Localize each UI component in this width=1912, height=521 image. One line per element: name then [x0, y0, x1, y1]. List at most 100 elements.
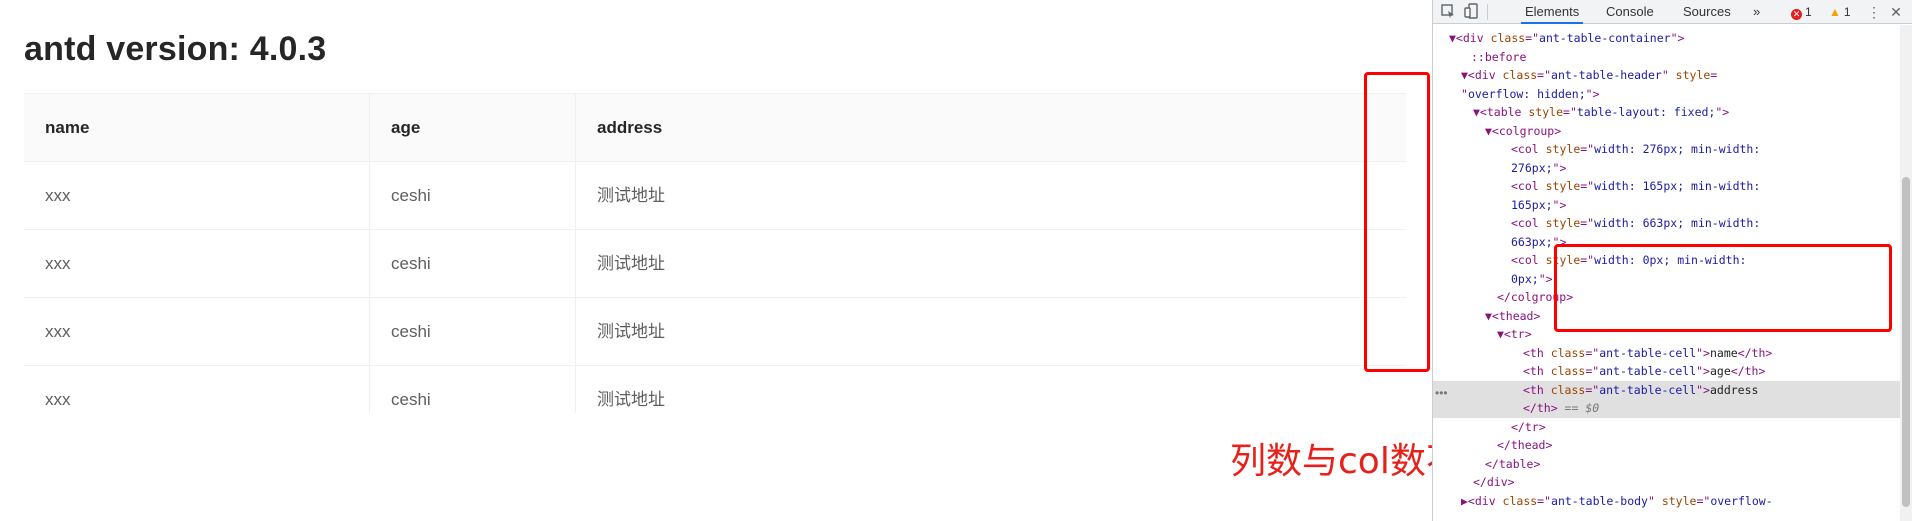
code-token: </thead> [1497, 438, 1553, 452]
inspect-element-icon[interactable] [1439, 3, 1457, 21]
code-token: class [1550, 364, 1586, 378]
code-token: </table> [1485, 456, 1541, 471]
code-token: style [1528, 105, 1564, 119]
error-count: 1 [1805, 5, 1812, 19]
table-cell-name: xxx [24, 366, 370, 413]
dom-node-line[interactable]: </th> == $0 [1433, 399, 1912, 418]
dom-node-line[interactable]: ::before [1433, 48, 1912, 67]
dom-node-line[interactable]: "overflow: hidden;"> [1433, 85, 1912, 104]
tab-sources[interactable]: Sources [1679, 0, 1735, 24]
table-cell-age: ceshi [370, 298, 576, 366]
code-token: =" [1525, 31, 1540, 45]
table-cell-age: ceshi [370, 366, 576, 413]
code-token: 0px; [1511, 271, 1539, 286]
scrollbar-thumb[interactable] [1902, 177, 1910, 507]
ant-table: name age address xxx ceshi 测试地址 xxx cesh… [24, 93, 1406, 413]
code-token: =" [1580, 142, 1595, 156]
close-icon[interactable]: ✕ [1887, 3, 1905, 21]
dom-node-line[interactable]: </table> [1433, 455, 1912, 474]
code-token: width: 663px; min-width: [1594, 216, 1761, 230]
column-header-age[interactable]: age [370, 94, 576, 162]
code-token: class [1550, 382, 1586, 397]
table-cell-age: ceshi [370, 162, 576, 230]
dom-node-line[interactable]: <th class="ant-table-cell">age</th> [1433, 362, 1912, 381]
dom-node-line[interactable]: ▼<table style="table-layout: fixed;"> [1433, 103, 1912, 122]
code-token: </th> [1523, 401, 1558, 415]
tab-console[interactable]: Console [1602, 0, 1658, 24]
code-token: ▼<tr> [1497, 327, 1532, 341]
dom-node-line[interactable]: <col style="width: 663px; min-width: [1433, 214, 1912, 233]
code-token: "> [1715, 105, 1730, 119]
code-token: " [1647, 493, 1662, 508]
dom-node-line[interactable]: </thead> [1433, 436, 1912, 455]
code-token: style [1545, 142, 1581, 156]
more-tabs-button[interactable]: » [1749, 0, 1764, 24]
code-token: class [1550, 345, 1586, 360]
code-token: "> [1585, 86, 1600, 101]
code-token: "> [1670, 31, 1685, 45]
dom-node-line[interactable]: ▶<div class="ant-table-body" style="over… [1433, 492, 1912, 511]
table-row: xxx ceshi 测试地址 [24, 162, 1406, 230]
kebab-menu-icon[interactable]: ⋮ [1865, 3, 1883, 21]
code-token: class [1490, 31, 1526, 45]
dom-node-line[interactable]: 276px;"> [1433, 159, 1912, 178]
warning-count: 1 [1843, 5, 1851, 19]
dom-node-line[interactable]: ▼<div class="ant-table-container"> [1433, 29, 1912, 48]
code-token: 276px; [1511, 160, 1553, 175]
code-token: ant-table-body [1551, 493, 1648, 508]
ellipsis-icon[interactable]: ••• [1435, 386, 1448, 400]
screenshot-root: antd version: 4.0.3 name age address xxx… [0, 0, 1912, 521]
code-token: <col [1511, 179, 1546, 193]
code-token: "> [1552, 197, 1567, 212]
table-row: xxx ceshi 测试地址 [24, 366, 1406, 413]
table-cell-address: 测试地址 [597, 322, 665, 341]
code-token: </th> [1730, 364, 1766, 378]
code-token: class [1502, 68, 1538, 82]
code-token: </tr> [1511, 419, 1546, 434]
device-toolbar-icon[interactable] [1463, 3, 1481, 21]
tab-elements[interactable]: Elements [1521, 0, 1584, 24]
code-token: style [1545, 216, 1581, 230]
code-token: " [1461, 86, 1468, 101]
code-token: ant-table-cell [1599, 345, 1697, 360]
warning-icon: ▲ [1829, 5, 1841, 19]
code-token: ant-table-container [1539, 31, 1671, 45]
code-token: overflow: hidden; [1467, 86, 1586, 101]
error-count-badge[interactable]: ✕ 1 [1791, 0, 1812, 24]
code-token: ▼<table [1473, 105, 1529, 119]
column-header-address[interactable]: address [576, 94, 1406, 162]
code-token: ant-table-header [1551, 68, 1662, 82]
dom-node-line[interactable]: </tr> [1433, 418, 1912, 437]
code-token: "> [1538, 271, 1553, 286]
code-token: ▼<colgroup> [1485, 123, 1562, 138]
table-row: xxx ceshi 测试地址 [24, 298, 1406, 366]
code-token: <th [1523, 345, 1551, 360]
highlight-box-extra-column [1364, 72, 1430, 372]
code-token: table-layout: fixed; [1576, 105, 1716, 119]
table-cell-address: 测试地址 [597, 254, 665, 273]
dom-node-line[interactable]: <col style="width: 165px; min-width: [1433, 177, 1912, 196]
dom-node-line[interactable]: </div> [1433, 473, 1912, 492]
dom-node-line[interactable]: <th class="ant-table-cell">name</th> [1433, 344, 1912, 363]
code-token: style [1661, 493, 1697, 508]
column-header-name[interactable]: name [24, 94, 370, 162]
code-token: <col [1511, 216, 1546, 230]
dom-node-line[interactable]: 165px;"> [1433, 196, 1912, 215]
dom-node-line[interactable]: ▼<div class="ant-table-header" style= [1433, 66, 1912, 85]
dom-node-line[interactable]: <th class="ant-table-cell">address [1433, 380, 1912, 400]
table-row: xxx ceshi 测试地址 [24, 230, 1406, 298]
code-token: width: 276px; min-width: [1594, 142, 1761, 156]
code-token: =" [1537, 493, 1552, 508]
code-token: "> [1696, 382, 1710, 397]
code-token: </th> [1737, 345, 1773, 360]
code-token: " [1661, 68, 1676, 82]
elements-scrollbar[interactable] [1900, 25, 1912, 521]
code-token: =" [1585, 364, 1600, 378]
dom-node-line[interactable]: <col style="width: 276px; min-width: [1433, 140, 1912, 159]
warning-count-badge[interactable]: ▲ 1 [1829, 0, 1851, 24]
code-token: width: 165px; min-width: [1594, 179, 1761, 193]
code-token: age [1709, 364, 1731, 378]
code-token: address [1709, 382, 1759, 397]
table-header-row: name age address [24, 94, 1406, 162]
dom-node-line[interactable]: ▼<colgroup> [1433, 122, 1912, 141]
